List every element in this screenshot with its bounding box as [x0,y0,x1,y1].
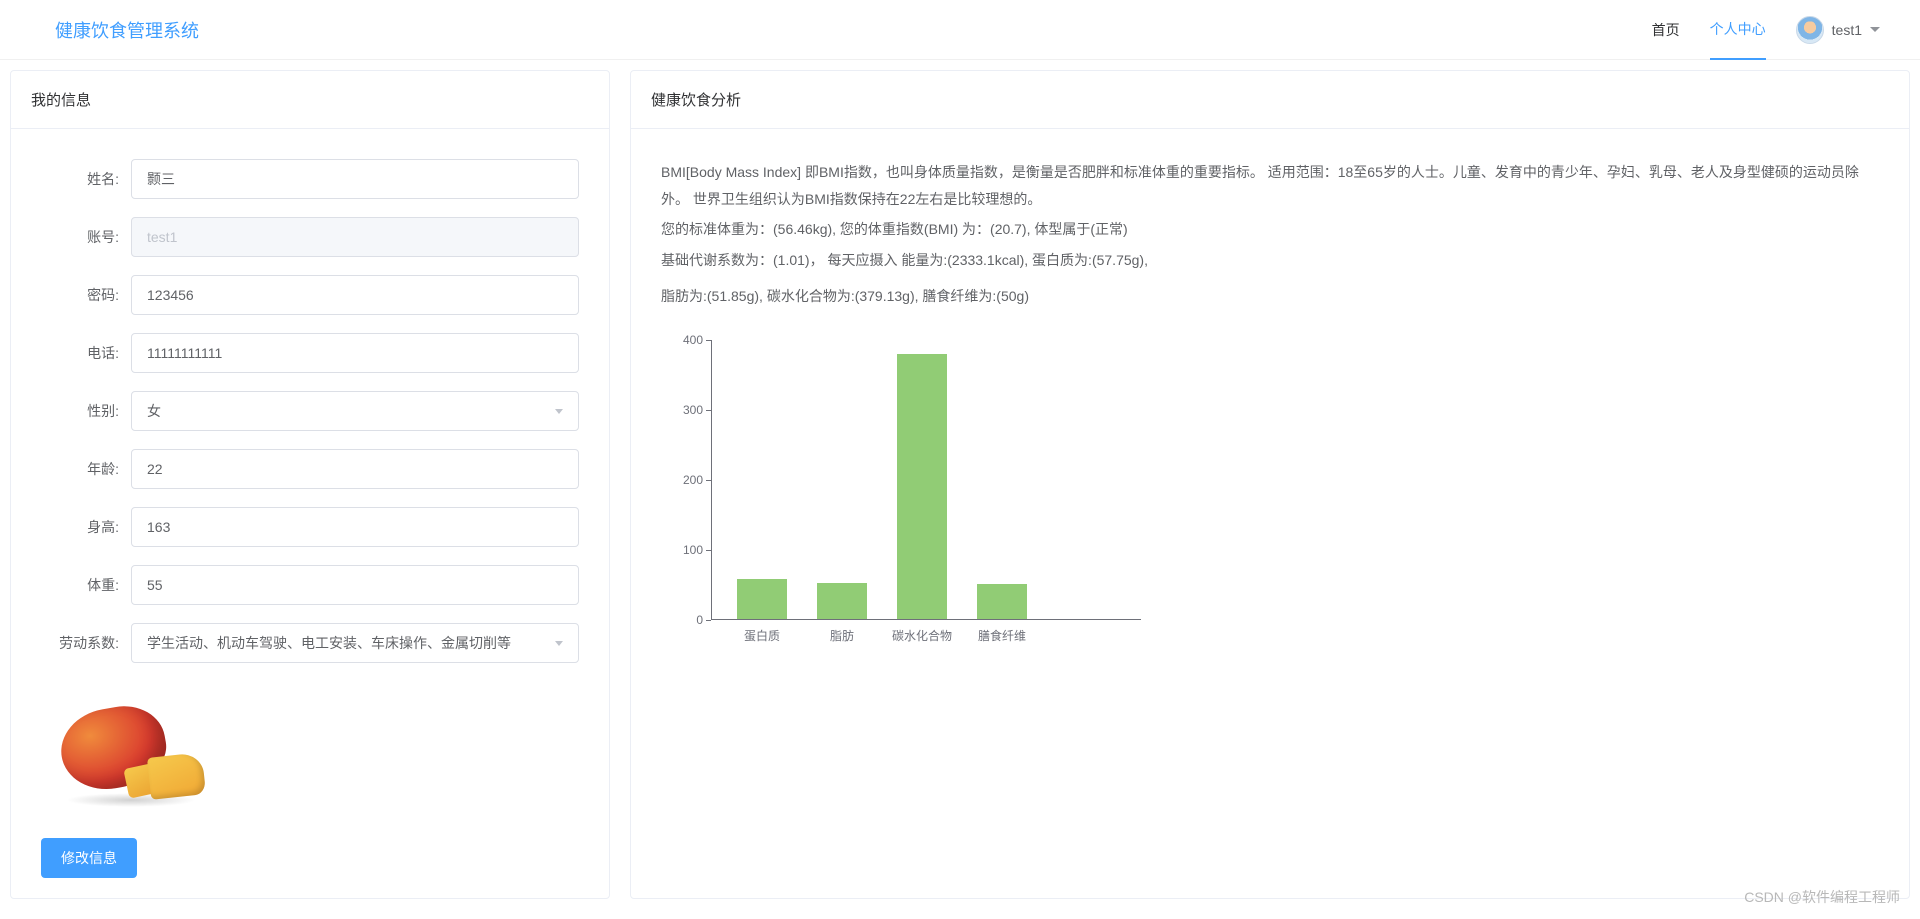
row-gender: 性别: 女 [41,391,579,431]
row-height: 身高: 163 [41,507,579,547]
panel-diet-title: 健康饮食分析 [631,71,1909,129]
avatar [1796,16,1824,44]
label-labor: 劳动系数: [41,633,131,653]
user-dropdown[interactable]: test1 [1796,16,1880,44]
header: 健康饮食管理系统 首页 个人中心 test1 [0,0,1920,60]
row-weight: 体重: 55 [41,565,579,605]
analysis-line-1: BMI[Body Mass Index] 即BMI指数，也叫身体质量指数，是衡量… [661,159,1879,212]
submit-button[interactable]: 修改信息 [41,838,137,878]
chart-bar: 脂肪 [817,583,867,619]
row-phone: 电话: 11111111111 [41,333,579,373]
input-age[interactable]: 22 [131,449,579,489]
analysis-line-3: 基础代谢系数为：(1.01)， 每天应摄入 能量为:(2333.1kcal), … [661,247,1879,274]
nav-right: 首页 个人中心 test1 [1652,0,1880,60]
label-weight: 体重: [41,575,131,595]
chart-bar: 膳食纤维 [977,584,1027,619]
input-account: test1 [131,217,579,257]
row-age: 年龄: 22 [41,449,579,489]
chart-xlabel: 碳水化合物 [892,627,952,644]
analysis-line-4: 脂肪为:(51.85g), 碳水化合物为:(379.13g), 膳食纤维为:(5… [661,283,1879,310]
nav-profile[interactable]: 个人中心 [1710,0,1766,60]
input-name[interactable]: 颢三 [131,159,579,199]
chevron-down-icon [1870,27,1880,32]
content: 我的信息 姓名: 颢三 账号: test1 密码: 123456 电话: 111… [0,60,1920,909]
chart-xlabel: 膳食纤维 [978,627,1026,644]
row-account: 账号: test1 [41,217,579,257]
panel-my-info-title: 我的信息 [11,71,609,129]
nutrition-chart: 0100200300400 蛋白质脂肪碳水化合物膳食纤维 [661,340,1141,620]
watermark: CSDN @软件编程工程师 [1744,887,1900,907]
chevron-down-icon [555,641,563,646]
row-name: 姓名: 颢三 [41,159,579,199]
row-password: 密码: 123456 [41,275,579,315]
input-weight[interactable]: 55 [131,565,579,605]
analysis-line-2: 您的标准体重为：(56.46kg), 您的体重指数(BMI) 为：(20.7),… [661,216,1879,243]
chart-bar: 碳水化合物 [897,354,947,619]
nav-home[interactable]: 首页 [1652,0,1680,60]
select-labor[interactable]: 学生活动、机动车驾驶、电工安装、车床操作、金属切削等 [131,623,579,663]
label-age: 年龄: [41,459,131,479]
label-phone: 电话: [41,343,131,363]
food-image [61,703,211,813]
my-info-form: 姓名: 颢三 账号: test1 密码: 123456 电话: 11111111… [11,129,609,898]
label-gender: 性别: [41,401,131,421]
label-height: 身高: [41,517,131,537]
row-labor: 劳动系数: 学生活动、机动车驾驶、电工安装、车床操作、金属切削等 [41,623,579,663]
chart-xlabel: 脂肪 [830,627,854,644]
chart-bar: 蛋白质 [737,579,787,619]
chart-xlabel: 蛋白质 [744,627,780,644]
label-password: 密码: [41,285,131,305]
username: test1 [1832,22,1862,38]
analysis-text: BMI[Body Mass Index] 即BMI指数，也叫身体质量指数，是衡量… [661,159,1879,310]
label-account: 账号: [41,227,131,247]
input-height[interactable]: 163 [131,507,579,547]
panel-my-info: 我的信息 姓名: 颢三 账号: test1 密码: 123456 电话: 111… [10,70,610,899]
input-phone[interactable]: 11111111111 [131,333,579,373]
brand-title: 健康饮食管理系统 [55,17,199,43]
label-name: 姓名: [41,169,131,189]
input-password[interactable]: 123456 [131,275,579,315]
chevron-down-icon [555,409,563,414]
select-gender[interactable]: 女 [131,391,579,431]
diet-body: BMI[Body Mass Index] 即BMI指数，也叫身体质量指数，是衡量… [631,129,1909,640]
panel-diet-analysis: 健康饮食分析 BMI[Body Mass Index] 即BMI指数，也叫身体质… [630,70,1910,899]
